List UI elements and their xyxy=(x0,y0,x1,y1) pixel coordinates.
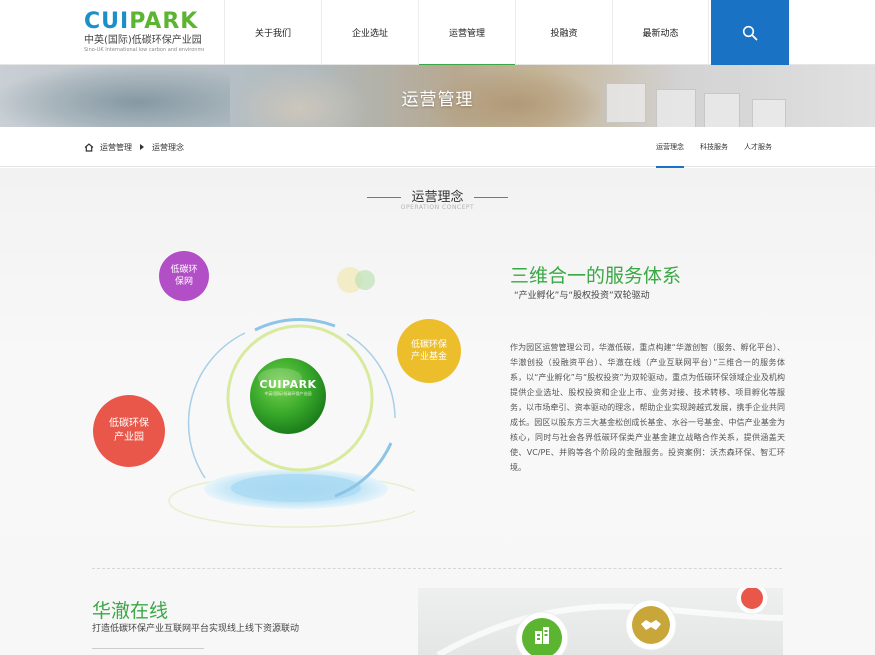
nav-label: 关于我们 xyxy=(254,29,291,39)
breadcrumb-bar: 运营管理 运营理念 运营理念 科技服务 人才服务 xyxy=(0,127,875,168)
nav-label: 投融资 xyxy=(550,29,578,39)
subnav-item-tech-service[interactable]: 科技服务 xyxy=(700,127,728,167)
page-banner: 运营管理 xyxy=(0,65,875,127)
title-line-right xyxy=(473,197,508,198)
bubble-label-line2: 保网 xyxy=(174,277,193,287)
handshake-icon xyxy=(641,620,661,630)
nav-item-operations[interactable]: 运营管理 xyxy=(418,0,515,66)
breadcrumb-separator-icon xyxy=(140,144,144,150)
subnav-item-talent-service[interactable]: 人才服务 xyxy=(744,127,772,167)
bubble-label-line2: 产业园 xyxy=(114,432,144,443)
online-illustration xyxy=(418,588,783,655)
bubble-low-carbon-network: 低碳环 保网 xyxy=(159,251,209,301)
nav-item-site-selection[interactable]: 企业选址 xyxy=(321,0,418,65)
banner-title: 运营管理 xyxy=(401,90,474,110)
home-icon[interactable] xyxy=(84,142,94,152)
intro-paragraph: 作为园区运营管理公司，华澈低碳，重点构建“华澈创智（服务、孵化平台）、华澈创投（… xyxy=(510,343,785,472)
breadcrumb: 运营管理 运营理念 xyxy=(84,127,184,167)
bubble-label-line1: 低碳环保 xyxy=(109,418,149,429)
bubble-label-line1: 低碳环 xyxy=(170,265,198,275)
bubble-industry-park: 低碳环保 产业园 xyxy=(93,395,165,467)
bubble-industry-fund: 低碳环保 产业基金 xyxy=(397,319,461,383)
online-underline xyxy=(92,648,204,649)
nav-item-news[interactable]: 最新动态 xyxy=(612,0,709,65)
logo-tagline: Sino-UK International low carbon and env… xyxy=(84,47,204,53)
nav-label: 运营管理 xyxy=(448,29,485,39)
section-title: 运营理念 xyxy=(0,186,875,205)
center-logo-subtitle: 中英(国际)低碳环保产业园 xyxy=(264,391,312,396)
logo[interactable]: CUIPARK 中英(国际)低碳环保产业园 Sino-UK Internatio… xyxy=(84,10,204,54)
main-nav: 关于我们 企业选址 运营管理 投融资 最新动态 xyxy=(224,0,709,66)
bubble-label-line1: 低碳环保 xyxy=(410,340,447,350)
logo-brand-part1: CUI xyxy=(84,9,130,34)
online-title: 华澈在线 xyxy=(92,600,169,622)
main-content: 运营理念 OPERATION CONCEPT CUIPARK 中英(国际)低碳环… xyxy=(0,168,875,655)
breadcrumb-item-current[interactable]: 运营理念 xyxy=(152,142,184,153)
center-logo: CUIPARK 中英(国际)低碳环保产业园 xyxy=(250,378,326,397)
nav-label: 最新动态 xyxy=(642,29,679,39)
section-title-text: 运营理念 xyxy=(411,190,464,205)
service-system-diagram: CUIPARK 中英(国际)低碳环保产业园 低碳环 保网 低碳环保 产业基金 低碳环… xyxy=(85,238,461,538)
section-subtitle: OPERATION CONCEPT xyxy=(400,204,475,211)
header: CUIPARK 中英(国际)低碳环保产业园 Sino-UK Internatio… xyxy=(0,0,875,66)
intro-title: 三维合一的服务体系 xyxy=(510,265,682,287)
logo-wordmark: CUIPARK xyxy=(84,10,204,34)
search-button[interactable] xyxy=(711,0,789,65)
online-illustration-graphic xyxy=(436,588,783,655)
intro-subtitle: “产业孵化”与“股权投资”双轮驱动 xyxy=(514,291,650,301)
sub-nav: 运营理念 科技服务 人才服务 xyxy=(648,127,780,168)
logo-subtitle: 中英(国际)低碳环保产业园 xyxy=(84,35,202,46)
nav-label: 企业选址 xyxy=(351,29,388,39)
section-divider xyxy=(92,568,782,569)
search-icon xyxy=(742,25,758,40)
logo-brand-part2: PARK xyxy=(129,9,199,34)
center-logo-part2: PARK xyxy=(282,378,317,391)
center-logo-part1: CUI xyxy=(259,378,283,391)
building-icon xyxy=(535,627,549,644)
title-line-left xyxy=(367,197,402,198)
nav-item-about[interactable]: 关于我们 xyxy=(224,0,321,65)
nav-item-investment[interactable]: 投融资 xyxy=(515,0,612,65)
subnav-item-concept[interactable]: 运营理念 xyxy=(656,127,684,168)
online-subtitle: 打造低碳环保产业互联网平台实现线上线下资源联动 xyxy=(92,624,300,634)
bubble-label-line2: 产业基金 xyxy=(410,352,447,362)
breadcrumb-item-operations[interactable]: 运营管理 xyxy=(100,142,132,153)
